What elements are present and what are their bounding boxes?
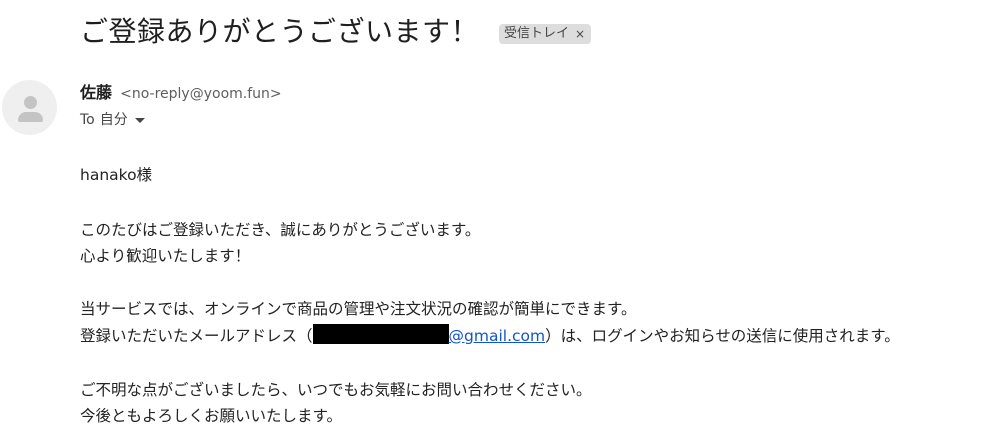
sender-line: 佐藤 <no-reply@yoom.fun> bbox=[80, 83, 282, 104]
recipient-line[interactable]: To 自分 bbox=[80, 110, 145, 130]
avatar-person-icon-head bbox=[24, 96, 37, 109]
email-subject: ご登録ありがとうございます！ bbox=[80, 15, 480, 48]
body-paragraph-1-line-1: このたびはご登録いただき、誠にありがとうございます。 bbox=[80, 221, 481, 239]
body-greeting: hanako様 bbox=[80, 166, 153, 184]
to-prefix: To bbox=[80, 112, 95, 128]
body-paragraph-3-line-2: 今後ともよろしくお願いいたします。 bbox=[80, 407, 342, 425]
inbox-label-text: 受信トレイ bbox=[504, 26, 570, 41]
sender-name[interactable]: 佐藤 bbox=[80, 83, 112, 102]
to-recipient: 自分 bbox=[99, 112, 128, 128]
caret-down-icon[interactable] bbox=[134, 117, 145, 123]
remove-label-icon[interactable]: × bbox=[575, 24, 585, 44]
avatar-person-icon-body bbox=[18, 112, 43, 122]
inbox-label-chip[interactable]: 受信トレイ × bbox=[499, 24, 592, 44]
sender-email: <no-reply@yoom.fun> bbox=[120, 86, 282, 102]
redacted-block bbox=[312, 324, 449, 344]
body-paragraph-1-line-2: 心より歓迎いたします！ bbox=[80, 247, 251, 265]
body-paragraph-2-line-1: 当サービスでは、オンラインで商品の管理や注文状況の確認が簡単にできます。 bbox=[80, 300, 637, 318]
email-subject-row: ご登録ありがとうございます！ 受信トレイ × bbox=[80, 10, 592, 54]
body-text-after-email: ）は、ログインやお知らせの送信に使用されます。 bbox=[545, 327, 900, 345]
email-address-link[interactable]: @gmail.com bbox=[449, 327, 546, 345]
body-paragraph-2-line-2: 登録いただいたメールアドレス（ @gmail.com）は、ログインやお知らせの送信… bbox=[80, 323, 900, 349]
sender-avatar[interactable] bbox=[2, 80, 57, 135]
body-paragraph-3-line-1: ご不明な点がございましたら、いつでもお気軽にお問い合わせください。 bbox=[80, 381, 592, 399]
body-text-before-email: 登録いただいたメールアドレス（ bbox=[80, 327, 313, 345]
